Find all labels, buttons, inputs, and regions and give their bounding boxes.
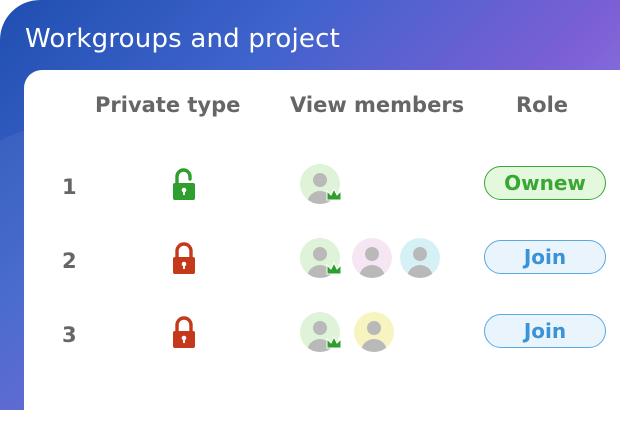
member-avatar[interactable] (354, 312, 394, 352)
row-number: 2 (62, 249, 77, 273)
row-number: 1 (62, 175, 77, 199)
table-row: 2 Join (0, 238, 620, 288)
table-row: 1 Ownew (0, 164, 620, 214)
unlocked-padlock-icon (170, 167, 198, 201)
member-avatar[interactable] (400, 238, 440, 278)
page-title: Workgroups and project (25, 24, 340, 54)
role-join-button[interactable]: Join (484, 314, 606, 348)
row-number: 3 (62, 323, 77, 347)
role-join-button[interactable]: Join (484, 240, 606, 274)
table-row: 3 Join (0, 312, 620, 362)
member-avatar[interactable] (352, 238, 392, 278)
column-header-private-type: Private type (95, 93, 241, 117)
column-header-view-members: View members (290, 93, 465, 117)
owner-crown-icon (326, 262, 342, 275)
padlock-shackle (175, 316, 193, 331)
role-owner-button[interactable]: Ownew (484, 166, 606, 200)
locked-padlock-icon (170, 315, 198, 349)
owner-crown-icon (326, 188, 342, 201)
locked-padlock-icon (170, 241, 198, 275)
padlock-shackle (175, 168, 192, 185)
column-header-role: Role (516, 93, 569, 117)
owner-crown-icon (326, 336, 342, 349)
padlock-shackle (175, 242, 193, 257)
